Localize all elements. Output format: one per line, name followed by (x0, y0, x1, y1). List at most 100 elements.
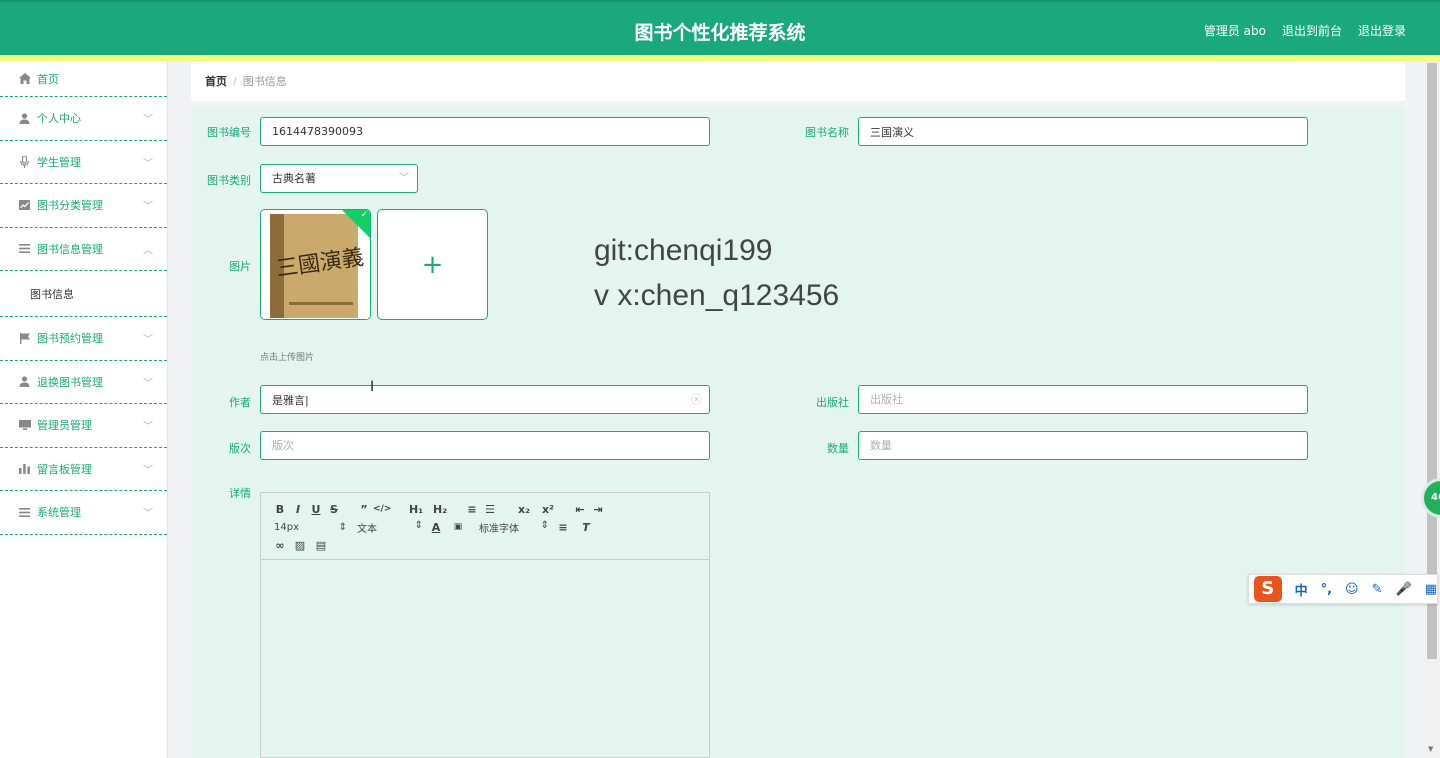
list-icon (18, 507, 31, 517)
blockquote-button[interactable]: ” (355, 503, 373, 516)
italic-button[interactable]: I (289, 503, 307, 516)
sidebar-item-label: 图书信息管理 (37, 242, 103, 256)
breadcrumb: 首页 / 图书信息 (191, 61, 1405, 101)
font-size-picker[interactable]: 14px ⇕ (271, 522, 347, 533)
check-icon: ✓ (360, 210, 368, 220)
align-icon[interactable]: ≡ (549, 521, 577, 534)
scrollbar-thumb[interactable] (1427, 63, 1437, 659)
author-input[interactable] (260, 385, 710, 414)
sidebar-item-label: 图书预约管理 (37, 332, 103, 346)
bullet-list-button[interactable]: ☰ (481, 503, 499, 516)
sidebar-item-profile[interactable]: 个人中心 ﹀ (0, 97, 167, 141)
text-type-value: 文本 (357, 523, 377, 535)
chinese-mode-icon[interactable]: 中 (1295, 580, 1308, 599)
page-scrollbar[interactable]: ▼ (1424, 61, 1440, 758)
subscript-button[interactable]: x₂ (511, 503, 537, 516)
upload-hint: 点击上传图片 (260, 353, 315, 363)
chevron-down-icon: ﹀ (143, 334, 153, 346)
uploaded-image-thumb[interactable]: 三國演義 ✓ (260, 209, 371, 320)
font-family-value: 标准字体 (479, 523, 519, 535)
text-type-picker[interactable]: 文本 ⇕ (347, 520, 423, 535)
user-icon (18, 376, 31, 388)
font-color-icon[interactable]: A (423, 521, 449, 534)
sidebar-item-label: 留言板管理 (37, 462, 92, 476)
plus-icon: + (421, 249, 444, 280)
link-icon[interactable]: ∞ (271, 539, 289, 552)
superscript-button[interactable]: x² (537, 503, 559, 516)
book-no-input[interactable] (260, 117, 710, 146)
sidebar-item-label: 系统管理 (37, 506, 81, 520)
chevron-up-icon: ︿ (143, 245, 153, 257)
font-family-picker[interactable]: 标准字体 ⇕ (467, 520, 549, 535)
header-actions: 管理员 abo 退出到前台 退出登录 (1204, 22, 1406, 39)
author-label: 作者 (229, 396, 251, 409)
indent-button[interactable]: ⇥ (589, 503, 607, 516)
book-name-label: 图书名称 (805, 126, 849, 139)
background-color-icon[interactable]: ▣ (449, 522, 467, 532)
ibeam-cursor-icon: I (370, 379, 375, 395)
sidebar-item-returns[interactable]: 退换图书管理 ﹀ (0, 361, 167, 404)
chevron-down-icon: ﹀ (143, 508, 153, 520)
top-header: 图书个性化推荐系统 管理员 abo 退出到前台 退出登录 (0, 0, 1440, 57)
h1-button[interactable]: H₁ (403, 503, 429, 516)
chevron-down-icon: ﹀ (143, 421, 153, 433)
sidebar-item-students[interactable]: 学生管理 ﹀ (0, 141, 167, 184)
monitor-icon (18, 420, 31, 431)
book-no-label: 图书编号 (207, 126, 251, 139)
rich-text-editor: B I U S ” </> H₁ H₂ ≡ ☰ x₂ x² ⇤ ⇥ 14px ⇕ … (260, 492, 710, 758)
watermark-line2: v x:chen_q123456 (594, 279, 840, 312)
video-icon[interactable]: ▤ (311, 539, 331, 552)
emoji-icon[interactable]: ☺ (1345, 582, 1359, 597)
sidebar-item-home[interactable]: 首页 (0, 61, 167, 97)
category-select[interactable]: 古典名著 ﹀ (260, 164, 418, 193)
edition-input[interactable] (260, 431, 710, 460)
breadcrumb-home[interactable]: 首页 (205, 73, 227, 89)
sidebar-item-bookinfo[interactable]: 图书信息管理 ︿ (0, 228, 167, 271)
sort-icon: ⇕ (414, 519, 423, 531)
scroll-down-icon[interactable]: ▼ (1428, 745, 1433, 753)
sidebar-item-category[interactable]: 图书分类管理 ﹀ (0, 184, 167, 228)
sidebar: 首页 个人中心 ﹀ 学生管理 ﹀ 图书分类管理 ﹀ 图书信息管理 ︿ 图书信息 … (0, 61, 168, 758)
bold-button[interactable]: B (271, 503, 289, 516)
quantity-input[interactable] (858, 431, 1308, 460)
ime-toolbar: S 中 °, ☺ ✎ 🎤 ▦ (1248, 574, 1438, 604)
sidebar-item-label: 学生管理 (37, 155, 81, 169)
bar-chart-icon (18, 463, 31, 474)
sidebar-item-admins[interactable]: 管理员管理 ﹀ (0, 404, 167, 448)
clear-icon[interactable]: ⓧ (691, 391, 702, 407)
code-button[interactable]: </> (373, 504, 391, 514)
sidebar-item-system[interactable]: 系统管理 ﹀ (0, 491, 167, 535)
upload-add-button[interactable]: + (377, 209, 488, 320)
sogou-logo-icon[interactable]: S (1254, 576, 1282, 602)
list-icon (18, 244, 31, 254)
home-icon (18, 73, 31, 84)
skin-icon[interactable]: ✎ (1372, 582, 1383, 597)
punctuation-icon[interactable]: °, (1321, 582, 1332, 597)
underline-button[interactable]: U (307, 503, 325, 516)
breadcrumb-current: 图书信息 (242, 75, 287, 88)
ordered-list-button[interactable]: ≡ (463, 503, 481, 516)
image-icon[interactable]: ▨ (289, 539, 311, 552)
strike-button[interactable]: S (325, 503, 343, 516)
chevron-down-icon: ﹀ (143, 378, 153, 390)
sidebar-subitem-bookinfo[interactable]: 图书信息 (0, 271, 167, 317)
clear-format-icon[interactable]: T (577, 521, 595, 534)
toolbar-row-2: 14px ⇕ 文本 ⇕ A ▣ 标准字体 ⇕ ≡ T (271, 518, 699, 536)
sidebar-item-label: 首页 (37, 72, 59, 86)
user-icon (18, 113, 31, 124)
logout-link[interactable]: 退出登录 (1358, 22, 1406, 39)
publisher-input[interactable] (858, 385, 1308, 414)
h2-button[interactable]: H₂ (429, 503, 451, 516)
sidebar-item-messages[interactable]: 留言板管理 ﹀ (0, 448, 167, 491)
voice-icon[interactable]: 🎤 (1396, 582, 1412, 597)
sidebar-item-reservation[interactable]: 图书预约管理 ﹀ (0, 317, 167, 361)
edition-label: 版次 (229, 442, 251, 455)
toolbox-icon[interactable]: ▦ (1425, 582, 1437, 597)
outdent-button[interactable]: ⇤ (571, 503, 589, 516)
book-name-input[interactable] (858, 117, 1308, 146)
flag-icon (18, 332, 31, 344)
chevron-down-icon: ﹀ (399, 173, 409, 184)
toolbar-row-1: B I U S ” </> H₁ H₂ ≡ ☰ x₂ x² ⇤ ⇥ (271, 500, 699, 518)
chevron-down-icon: ﹀ (143, 201, 153, 213)
front-link[interactable]: 退出到前台 (1282, 22, 1342, 39)
